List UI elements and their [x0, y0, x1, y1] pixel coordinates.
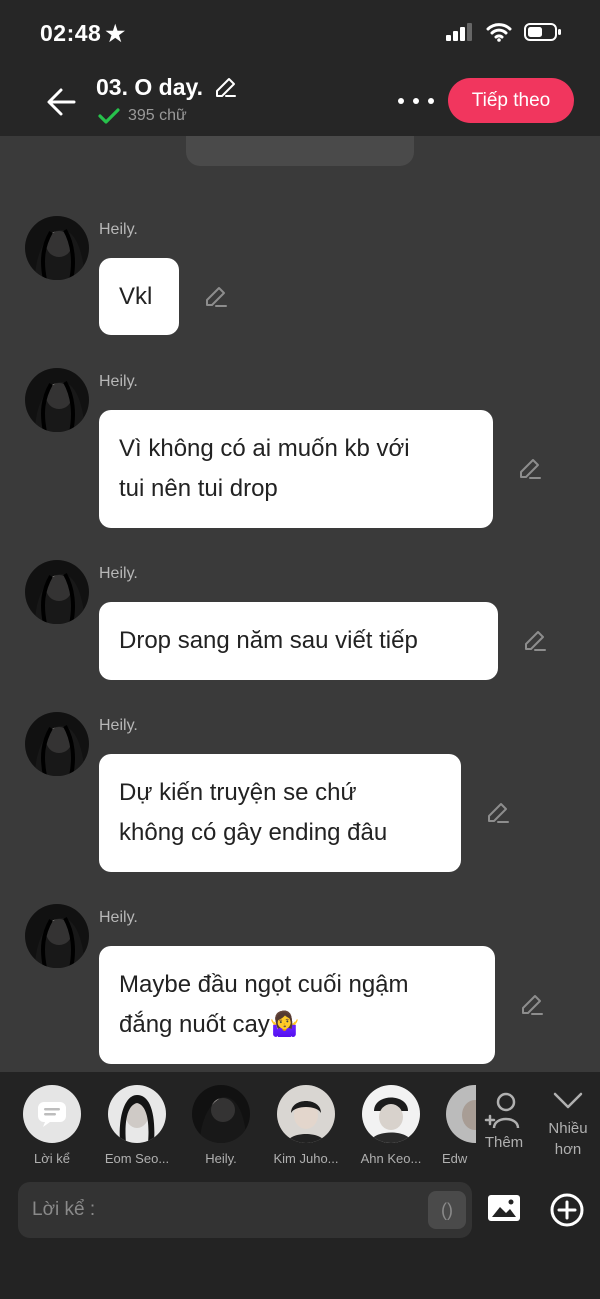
avatar — [446, 1085, 476, 1143]
next-button[interactable]: Tiếp theo — [448, 78, 574, 123]
dot-icon — [413, 98, 419, 104]
message-text: Vkl — [119, 282, 153, 310]
chat-area[interactable]: Heily. Vkl Heily. Vì không có ai muốn kb… — [0, 136, 600, 1072]
sender-name: Heily. — [99, 221, 138, 238]
avatar[interactable] — [25, 216, 89, 280]
edit-message-icon[interactable] — [485, 800, 511, 826]
message-bubble[interactable]: Dự kiến truyện se chứ không có gây endin… — [99, 754, 461, 872]
avatar[interactable] — [25, 712, 89, 776]
plus-circle-icon — [550, 1193, 584, 1227]
avatar[interactable] — [25, 368, 89, 432]
edit-message-icon[interactable] — [522, 628, 548, 654]
message-text: Vì không có ai muốn kb với tui nên tui d… — [119, 435, 410, 502]
chapter-title[interactable]: 03. O day. — [96, 74, 237, 101]
message-text: Drop sang năm sau viết tiếp — [119, 627, 418, 654]
avatar — [192, 1085, 250, 1143]
word-count-text: 395 chữ — [128, 107, 187, 124]
chat-bubble-icon — [38, 1102, 66, 1127]
message-input[interactable]: Lời kể : () — [18, 1182, 472, 1238]
more-characters-button[interactable]: Nhiều hơn — [540, 1090, 596, 1160]
header: 03. O day. 395 chữ Tiếp theo — [0, 66, 600, 136]
sender-name: Heily. — [99, 373, 138, 390]
star-icon: ★ — [105, 21, 126, 46]
status-bar: 02:48 ★ — [0, 0, 600, 66]
message-bubble[interactable]: Vì không có ai muốn kb với tui nên tui d… — [99, 410, 493, 528]
message-text: Maybe đầu ngọt cuối ngậm đắng nuốt cay🤷‍… — [119, 971, 409, 1038]
dot-icon — [428, 98, 434, 104]
add-character-button[interactable]: Thêm — [478, 1090, 530, 1151]
check-icon — [98, 108, 120, 124]
edit-message-icon[interactable] — [203, 284, 229, 310]
character-ahn-keo[interactable]: Ahn Keo... — [351, 1085, 431, 1166]
avatar[interactable] — [25, 560, 89, 624]
dot-icon — [398, 98, 404, 104]
character-name: Lời kể — [34, 1151, 70, 1166]
character-kim-juho[interactable]: Kim Juho... — [266, 1085, 346, 1166]
more-characters-label: Nhiều hơn — [548, 1120, 588, 1158]
message-bubble[interactable]: Maybe đầu ngọt cuối ngậm đắng nuốt cay🤷‍… — [99, 946, 495, 1064]
add-character-label: Thêm — [484, 1134, 524, 1151]
avatar[interactable] — [25, 904, 89, 968]
pencil-icon[interactable] — [213, 76, 237, 100]
wifi-icon — [486, 23, 512, 42]
character-heily[interactable]: Heily. — [181, 1085, 261, 1166]
character-selector: Lời kể Eom Seo... Heily. Kim Juho... Ahn… — [0, 1072, 600, 1172]
character-name: Kim Juho... — [273, 1151, 339, 1166]
signal-icon — [446, 23, 472, 41]
avatar — [362, 1085, 420, 1143]
chevron-down-icon — [553, 1092, 583, 1109]
sender-name: Heily. — [99, 909, 138, 926]
character-eom-seo[interactable]: Eom Seo... — [97, 1085, 177, 1166]
edit-message-icon[interactable] — [517, 456, 543, 482]
avatar — [277, 1085, 335, 1143]
character-name: Heily. — [205, 1151, 237, 1166]
add-person-icon — [484, 1092, 520, 1129]
status-time: 02:48 ★ — [40, 20, 126, 47]
edit-message-icon[interactable] — [519, 992, 545, 1018]
character-name: Ahn Keo... — [360, 1151, 422, 1166]
input-bar: Lời kể : () — [0, 1172, 600, 1299]
narrator-avatar — [23, 1085, 81, 1143]
message-bubble[interactable]: Drop sang năm sau viết tiếp — [99, 602, 498, 680]
avatar — [108, 1085, 166, 1143]
insert-image-button[interactable] — [486, 1190, 522, 1226]
status-icons — [446, 22, 562, 42]
character-edw[interactable]: Edw — [436, 1085, 476, 1166]
message-bubble[interactable]: Vkl — [99, 258, 179, 335]
previous-message-bubble[interactable] — [186, 136, 414, 166]
character-name: Edw — [442, 1151, 468, 1166]
message-text: Dự kiến truyện se chứ không có gây endin… — [119, 779, 388, 846]
parentheses-button[interactable]: () — [428, 1191, 466, 1229]
back-button[interactable] — [44, 84, 80, 120]
character-narrator[interactable]: Lời kể — [12, 1085, 92, 1166]
more-options-button[interactable] — [398, 88, 434, 114]
sender-name: Heily. — [99, 717, 138, 734]
battery-icon — [524, 23, 561, 41]
word-count: 395 chữ — [98, 107, 187, 125]
chapter-title-text: 03. O day. — [96, 74, 203, 100]
sender-name: Heily. — [99, 565, 138, 582]
character-name: Eom Seo... — [104, 1151, 170, 1166]
image-icon — [488, 1195, 520, 1221]
clock: 02:48 — [40, 20, 102, 46]
arrow-left-icon — [47, 88, 76, 116]
add-content-button[interactable] — [549, 1192, 585, 1228]
input-placeholder: Lời kể : — [32, 1199, 96, 1220]
